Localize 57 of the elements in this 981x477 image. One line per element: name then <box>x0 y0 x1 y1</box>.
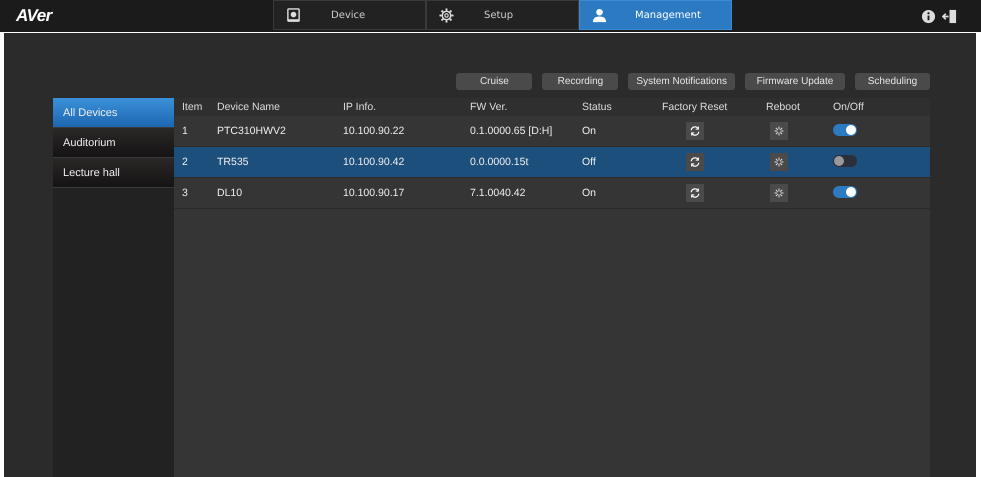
table-cell-text: 0.0.0000.15t <box>470 156 530 168</box>
refresh-icon <box>689 187 701 199</box>
toggle-switch[interactable] <box>833 124 857 136</box>
table-cell-text: 10.100.90.17 <box>343 187 406 199</box>
column-header: Reboot <box>765 101 801 113</box>
table-cell-text: On <box>582 187 598 199</box>
table-cell-text: 10.100.90.22 <box>343 125 406 137</box>
table-cell-text: DL10 <box>217 187 244 199</box>
table-cell-text: 10.100.90.42 <box>343 156 406 168</box>
sidebar-item[interactable]: All Devices <box>53 98 174 128</box>
reset-button[interactable] <box>686 153 704 171</box>
nav-tab[interactable]: Management <box>579 0 732 30</box>
action-button[interactable]: System Notifications <box>628 73 735 90</box>
table-cell-text: Off <box>582 156 597 168</box>
table-row[interactable]: 3 DL10 10.100.90.17 7.1.0040.42 On <box>174 178 930 209</box>
user-icon <box>592 8 607 22</box>
table-cell-text: On <box>582 125 598 137</box>
sidebar-item[interactable]: Auditorium <box>53 128 174 158</box>
table-cell-text: 2 <box>181 156 189 168</box>
table-cell-text: 0.1.0000.65 [D:H] <box>470 125 554 137</box>
reset-button[interactable] <box>686 122 704 140</box>
table-row[interactable]: 2 TR535 10.100.90.42 0.0.0000.15t Off <box>174 147 930 178</box>
nav-tab[interactable]: Device <box>273 0 426 30</box>
column-header: FW Ver. <box>470 101 508 113</box>
sidebar-item[interactable]: Lecture hall <box>53 158 174 188</box>
refresh-icon <box>689 156 701 168</box>
toggle-switch[interactable] <box>833 154 857 166</box>
table-cell-text: TR535 <box>217 156 250 168</box>
reboot-button[interactable] <box>770 122 788 140</box>
reboot-button[interactable] <box>770 153 788 171</box>
reboot-button[interactable] <box>770 184 788 202</box>
spinner-icon <box>773 125 785 137</box>
column-header: On/Off <box>832 101 865 113</box>
spinner-icon <box>773 187 785 199</box>
action-button[interactable]: Cruise <box>456 73 532 90</box>
logo: AVer <box>14 6 54 26</box>
camera-icon <box>286 8 301 22</box>
refresh-icon <box>689 125 701 137</box>
column-header: Status <box>582 101 613 113</box>
table-cell-text: PTC310HWV2 <box>217 125 287 137</box>
action-button[interactable]: Firmware Update <box>745 73 845 90</box>
table-cell-text: 1 <box>181 125 189 137</box>
action-button[interactable]: Scheduling <box>855 73 930 90</box>
action-button[interactable]: Recording <box>542 73 618 90</box>
table-cell-text: 7.1.0040.42 <box>470 187 526 199</box>
table-cell-text: 3 <box>181 187 189 199</box>
info-icon[interactable] <box>921 8 936 24</box>
reset-button[interactable] <box>686 184 704 202</box>
column-header: Device Name <box>217 101 282 113</box>
spinner-icon <box>773 156 785 168</box>
logout-icon[interactable] <box>942 8 957 24</box>
nav-tab[interactable]: Setup <box>426 0 579 30</box>
gear-icon <box>439 8 454 22</box>
column-header: IP Info. <box>343 101 378 113</box>
column-header: Item <box>181 101 204 113</box>
column-header: Factory Reset <box>662 101 728 113</box>
toggle-switch[interactable] <box>833 186 857 198</box>
